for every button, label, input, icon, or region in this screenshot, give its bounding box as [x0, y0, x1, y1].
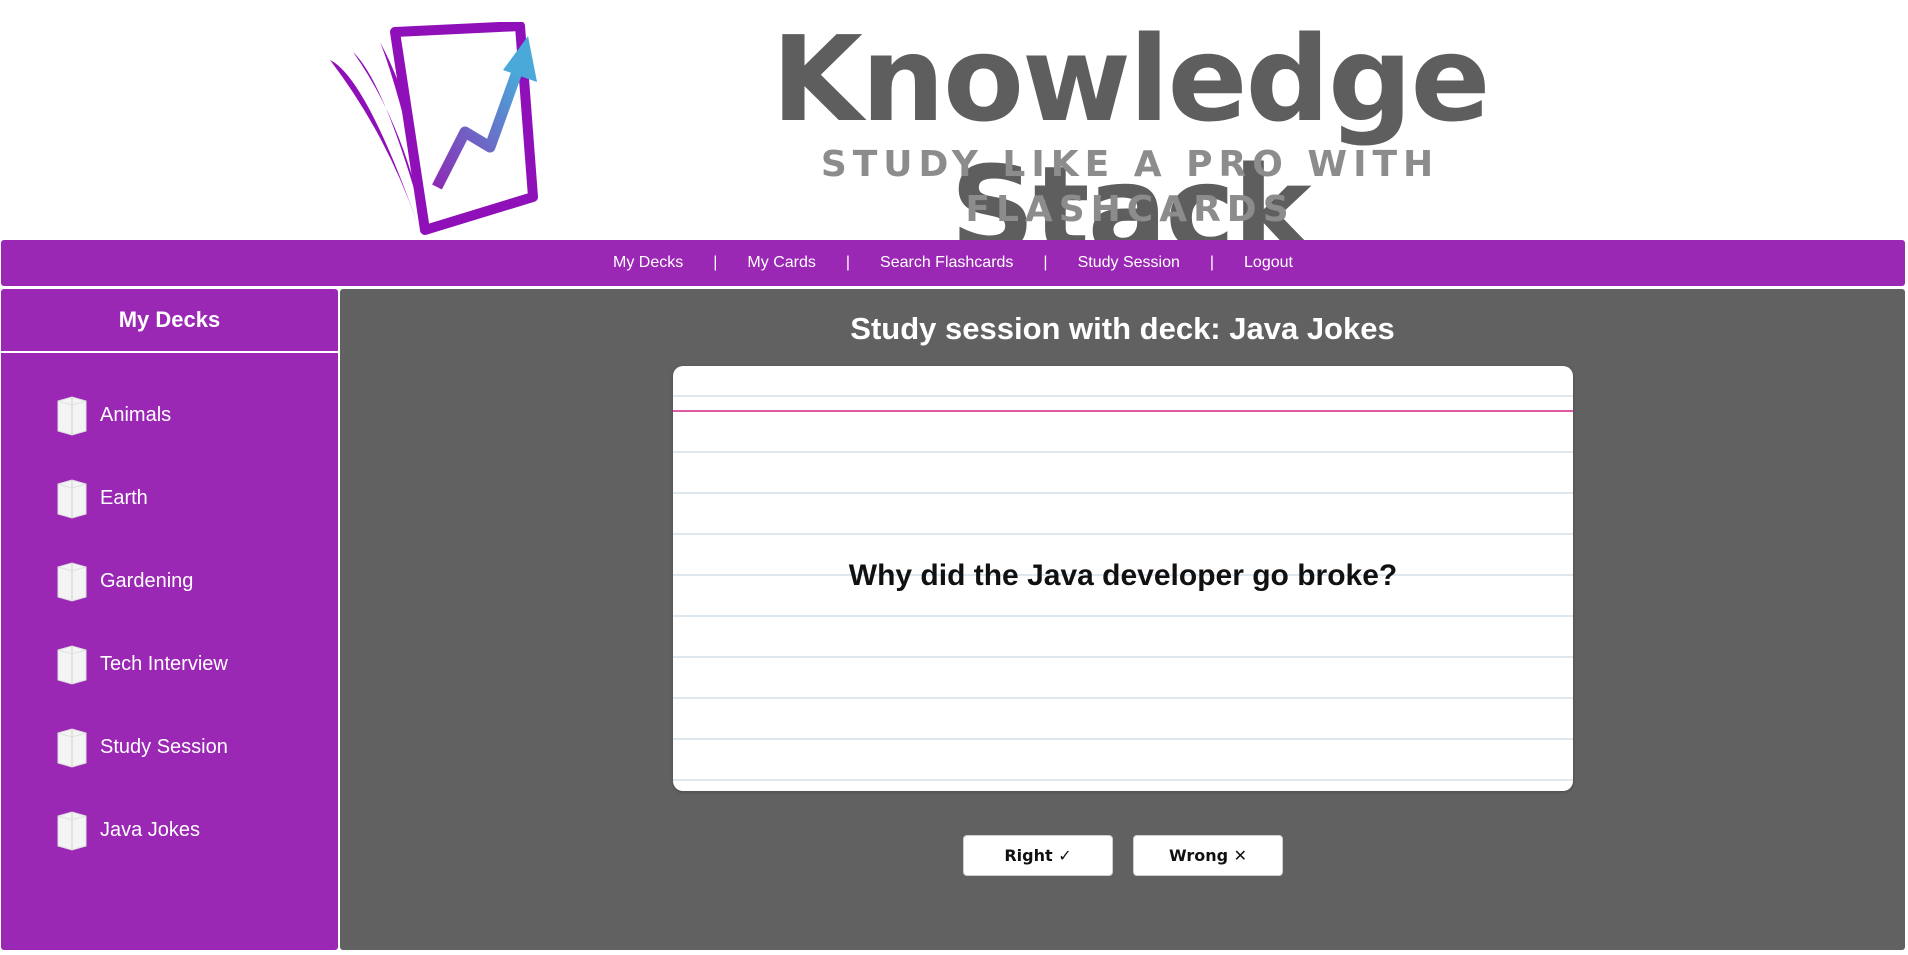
deck-label: Animals: [100, 404, 172, 426]
sidebar-item-earth[interactable]: Earth: [1, 457, 338, 540]
deck-icon: [57, 478, 87, 519]
deck-icon: [57, 727, 87, 768]
deck-label: Tech Interview: [100, 653, 228, 675]
decks-sidebar: My Decks Animals Earth Gardening Tech In…: [1, 289, 338, 950]
deck-label: Gardening: [100, 570, 194, 592]
deck-icon: [57, 561, 87, 602]
flashcard-question: Why did the Java developer go broke?: [848, 559, 1398, 592]
nav-separator: |: [1043, 254, 1048, 271]
deck-label: Earth: [100, 487, 148, 509]
flashcard-stack-logo: [330, 22, 538, 235]
right-button[interactable]: Right ✓: [963, 835, 1113, 876]
nav-study-session[interactable]: Study Session: [1074, 254, 1184, 272]
sidebar-item-java-jokes[interactable]: Java Jokes: [1, 789, 338, 872]
nav-separator: |: [1209, 254, 1215, 271]
deck-icon: [57, 810, 87, 851]
sidebar-item-study-session[interactable]: Study Session: [1, 706, 338, 789]
nav-my-cards[interactable]: My Cards: [743, 254, 819, 272]
app-page: Knowledge Stack STUDY LIKE A PRO WITH FL…: [0, 0, 1908, 955]
sidebar-item-animals[interactable]: Animals: [1, 374, 338, 457]
main-nav: My Decks | My Cards | Search Flashcards …: [1, 240, 1905, 286]
nav-my-decks[interactable]: My Decks: [609, 254, 687, 272]
flashcard[interactable]: Why did the Java developer go broke?: [673, 366, 1573, 791]
nav-separator: |: [845, 254, 851, 271]
wrong-button[interactable]: Wrong ✕: [1133, 835, 1283, 876]
site-tagline: STUDY LIKE A PRO WITH FLASHCARDS: [800, 142, 1460, 232]
nav-separator: |: [713, 254, 718, 271]
deck-list: Animals Earth Gardening Tech Interview S…: [1, 353, 338, 872]
sidebar-item-gardening[interactable]: Gardening: [1, 540, 338, 623]
deck-icon: [57, 395, 87, 436]
sidebar-item-tech-interview[interactable]: Tech Interview: [1, 623, 338, 706]
nav-search-flashcards[interactable]: Search Flashcards: [876, 254, 1017, 272]
study-session-panel: Study session with deck: Java Jokes Why …: [340, 289, 1905, 950]
sidebar-title: My Decks: [1, 289, 338, 353]
deck-icon: [57, 644, 87, 685]
site-header: Knowledge Stack STUDY LIKE A PRO WITH FL…: [0, 0, 1908, 274]
deck-label: Study Session: [100, 736, 228, 758]
page-title: Study session with deck: Java Jokes: [850, 311, 1395, 346]
deck-label: Java Jokes: [100, 819, 201, 841]
tagline-line-1: STUDY LIKE A PRO WITH: [820, 144, 1440, 185]
tagline-line-2: FLASHCARDS: [965, 189, 1295, 230]
nav-logout[interactable]: Logout: [1240, 254, 1297, 272]
